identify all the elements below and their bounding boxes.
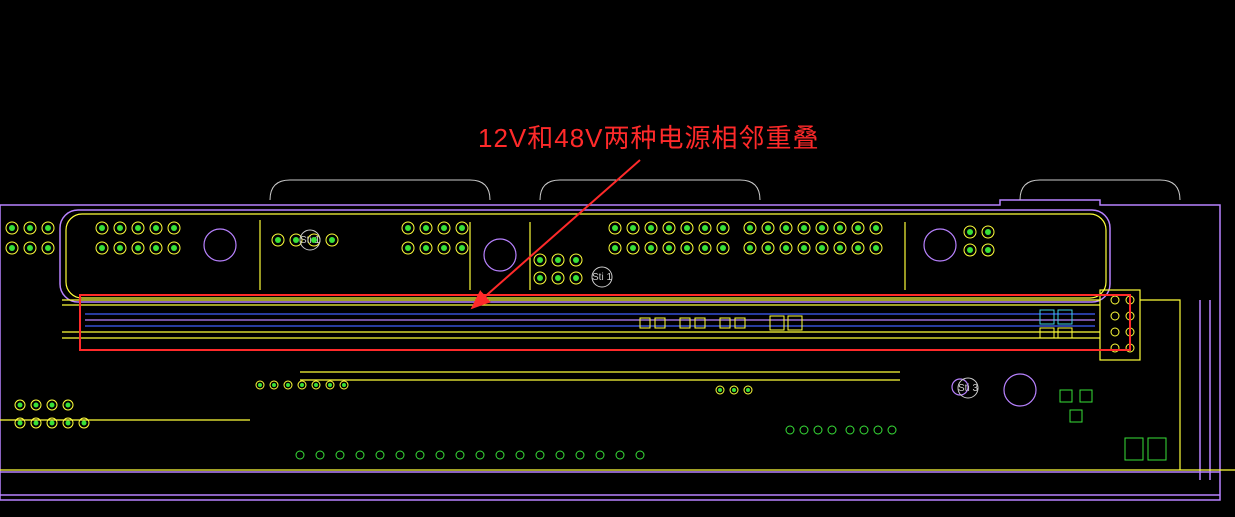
- pcb-layout-canvas: Sti 1 Sti 1 Sti 3: [0, 0, 1235, 517]
- annotation-text: 12V和48V两种电源相邻重叠: [478, 118, 820, 155]
- ref-sti1a: Sti 1: [300, 235, 320, 246]
- ref-sti1b: Sti 1: [592, 272, 612, 283]
- ref-sti3: Sti 3: [958, 383, 978, 394]
